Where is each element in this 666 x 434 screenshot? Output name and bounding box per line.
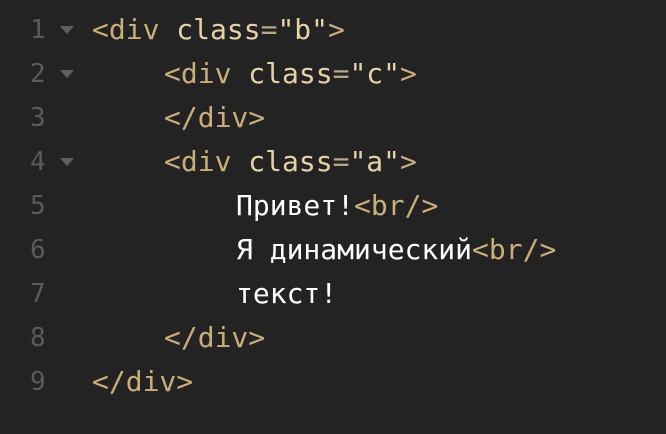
code-line-1[interactable]: 1 <div class="b">: [0, 8, 666, 52]
tag-open: <div: [164, 145, 232, 178]
line-number: 1: [30, 15, 46, 45]
gutter: 5: [0, 184, 60, 228]
attribute-name: class: [176, 13, 261, 46]
tag-open: <div: [92, 13, 160, 46]
code-content: Привет!<br/>: [236, 184, 438, 228]
line-number: 3: [30, 103, 46, 133]
line-number: 2: [30, 59, 46, 89]
chevron-down-icon[interactable]: [60, 26, 74, 34]
line-number: 7: [30, 279, 46, 309]
code-content: </div>: [92, 360, 193, 404]
code-line-6[interactable]: 6 Я динамический<br/>: [0, 228, 666, 272]
gutter: 1: [0, 8, 60, 52]
line-number: 4: [30, 147, 46, 177]
tag-close-bracket: >: [400, 57, 417, 90]
gutter: 6: [0, 228, 60, 272]
code-line-3[interactable]: 3 </div>: [0, 96, 666, 140]
code-line-9[interactable]: 9 </div>: [0, 360, 666, 404]
chevron-down-icon[interactable]: [60, 70, 74, 78]
tag-br: <br/>: [472, 233, 557, 266]
code-line-4[interactable]: 4 <div class="a">: [0, 140, 666, 184]
text-content: Привет!: [236, 189, 355, 222]
tag-close-bracket: >: [400, 145, 417, 178]
tag-close: </div>: [92, 365, 194, 398]
code-content: текст!: [236, 272, 337, 316]
gutter: 8: [0, 316, 60, 360]
code-line-5[interactable]: 5 Привет!<br/>: [0, 184, 666, 228]
tag-close: </div>: [164, 321, 266, 354]
code-content: </div>: [164, 96, 265, 140]
gutter: 9: [0, 360, 60, 404]
gutter: 4: [0, 140, 60, 184]
line-number: 6: [30, 235, 46, 265]
tag-br: <br/>: [354, 189, 439, 222]
code-content: Я динамический<br/>: [236, 228, 556, 272]
tag-open: <div: [164, 57, 232, 90]
attribute-name: class: [248, 145, 333, 178]
code-line-2[interactable]: 2 <div class="c">: [0, 52, 666, 96]
line-number: 8: [30, 323, 46, 353]
chevron-down-icon[interactable]: [60, 158, 74, 166]
code-content: <div class="c">: [164, 52, 417, 96]
equals-sign: =: [332, 145, 350, 178]
code-editor[interactable]: 1 <div class="b"> 2 <div class="c"> 3 </…: [0, 0, 666, 434]
line-number: 5: [30, 191, 46, 221]
code-content: <div class="b">: [92, 8, 345, 52]
code-content: <div class="a">: [164, 140, 417, 184]
gutter: 7: [0, 272, 60, 316]
attribute-value: "c": [349, 57, 401, 90]
text-content: Я динамический: [236, 233, 473, 266]
attribute-value: "b": [277, 13, 329, 46]
code-line-8[interactable]: 8 </div>: [0, 316, 666, 360]
equals-sign: =: [260, 13, 278, 46]
tag-close-bracket: >: [328, 13, 345, 46]
attribute-name: class: [248, 57, 333, 90]
code-content: </div>: [164, 316, 265, 360]
text-content: текст!: [236, 277, 338, 310]
gutter: 2: [0, 52, 60, 96]
tag-close: </div>: [164, 101, 266, 134]
code-line-7[interactable]: 7 текст!: [0, 272, 666, 316]
line-number: 9: [30, 367, 46, 397]
gutter: 3: [0, 96, 60, 140]
attribute-value: "a": [349, 145, 401, 178]
equals-sign: =: [332, 57, 350, 90]
